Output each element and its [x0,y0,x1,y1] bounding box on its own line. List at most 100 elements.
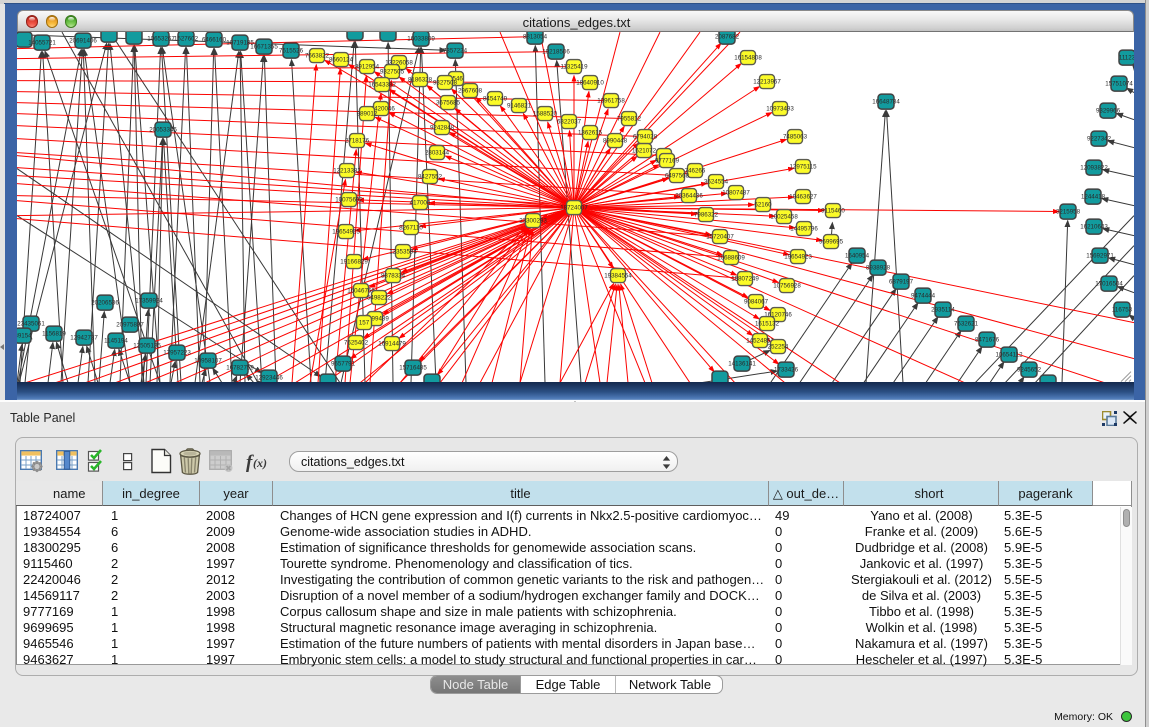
svg-text:14136141: 14136141 [728,360,756,367]
svg-text:1615132: 1615132 [755,320,780,327]
svg-text:10756928: 10756928 [773,282,801,289]
svg-text:1145194: 1145194 [104,337,128,344]
svg-text:15751074: 15751074 [1105,80,1133,87]
svg-text:12942737: 12942737 [70,334,98,341]
svg-text:11325419: 11325419 [560,63,588,70]
svg-text:3624554: 3624554 [704,178,729,185]
svg-text:12923446: 12923446 [255,374,283,381]
svg-text:5498222: 5498222 [367,294,392,301]
svg-text:14055721: 14055721 [28,39,56,46]
svg-text:15692971: 15692971 [1086,252,1114,259]
svg-text:8267110: 8267110 [399,224,423,231]
svg-text:9245652: 9245652 [1017,366,1042,373]
svg-text:7986322: 7986322 [694,211,719,218]
svg-text:2803144: 2803144 [425,149,450,156]
svg-text:14495796: 14495796 [790,225,818,232]
svg-text:18807249: 18807249 [731,275,759,282]
svg-text:10075692: 10075692 [335,196,363,203]
svg-text:19654925: 19654925 [332,228,360,235]
svg-text:12213382: 12213382 [333,167,361,174]
svg-text:9777169: 9777169 [655,157,680,164]
svg-text:8938928: 8938928 [866,264,891,271]
svg-text:9084067: 9084067 [744,298,769,305]
svg-text:157: 157 [359,319,370,326]
svg-text:8471676: 8471676 [975,336,1000,343]
svg-text:39154: 39154 [17,332,32,339]
svg-text:7632621: 7632621 [954,320,979,327]
svg-text:2087682: 2087682 [715,33,740,40]
svg-text:2718176: 2718176 [345,137,370,144]
svg-text:23435061: 23435061 [17,320,45,327]
svg-text:23300293: 23300293 [519,217,547,224]
svg-text:8454749: 8454749 [483,95,508,102]
svg-text:1588520: 1588520 [533,110,558,117]
svg-text:10807487: 10807487 [722,189,750,196]
svg-text:1244418: 1244418 [1081,193,1106,200]
svg-text:6879197: 6879197 [889,278,914,285]
svg-text:10958107: 10958107 [194,357,222,364]
svg-text:12975115: 12975115 [789,163,817,170]
svg-text:3912954: 3912954 [355,63,380,70]
svg-text:9329966: 9329966 [1096,107,1121,114]
svg-text:1362615: 1362615 [578,129,603,136]
svg-text:19654923: 19654923 [784,253,812,260]
svg-text:16543382: 16543382 [368,81,396,88]
svg-text:18724007: 18724007 [560,204,588,211]
svg-text:8813054: 8813054 [523,33,548,40]
svg-text:9474444: 9474444 [911,292,936,299]
svg-text:9327508: 9327508 [433,79,458,86]
svg-text:7955812: 7955812 [617,115,642,122]
svg-text:16033809: 16033809 [407,35,435,42]
svg-text:1621072: 1621072 [632,147,657,154]
svg-text:20206536: 20206536 [91,299,119,306]
svg-text:3675685: 3675685 [436,99,461,106]
svg-text:10025458: 10025458 [770,213,798,220]
svg-text:1527602: 1527602 [174,35,199,42]
svg-text:8878334: 8878334 [381,272,406,279]
svg-text:7663822: 7663822 [305,52,330,59]
svg-text:989012: 989012 [357,110,378,117]
svg-text:1733426: 1733426 [774,366,799,373]
svg-text:16782759: 16782759 [226,364,254,371]
svg-text:2967608: 2967608 [458,87,483,94]
svg-text:(x): (x) [253,456,267,470]
svg-text:12505135: 12505135 [133,342,161,349]
svg-text:6466160: 6466160 [202,36,227,43]
svg-text:10973493: 10973493 [766,105,794,112]
svg-text:10654112: 10654112 [995,351,1023,358]
svg-text:7485063: 7485063 [783,133,808,140]
svg-text:7625402: 7625402 [344,339,369,346]
svg-text:252254: 252254 [768,343,789,350]
svg-text:10688609: 10688609 [717,254,745,261]
svg-text:15720407: 15720407 [706,233,734,240]
svg-text:417004: 417004 [410,199,431,206]
svg-text:10961758: 10961758 [597,97,625,104]
svg-text:10653267: 10653267 [147,35,175,42]
svg-text:9227342: 9227342 [1087,135,1112,142]
svg-text:8427552: 8427552 [418,173,443,180]
svg-text:9115460: 9115460 [821,207,845,214]
svg-text:20691406: 20691406 [69,37,97,44]
svg-text:19218506: 19218506 [542,48,570,55]
svg-text:6322037: 6322037 [557,118,582,125]
svg-text:6497568: 6497568 [665,172,690,179]
svg-text:12213967: 12213967 [753,78,781,85]
svg-text:3215958: 3215958 [1056,208,1081,215]
svg-text:1640954: 1640954 [845,252,870,259]
svg-text:17957223: 17957223 [163,349,191,356]
svg-text:6794028: 6794028 [633,133,658,140]
svg-text:17359924: 17359924 [135,297,163,304]
svg-text:9146821: 9146821 [507,102,532,109]
svg-text:19463627: 19463627 [789,193,817,200]
svg-text:16154808: 16154808 [734,54,762,61]
svg-text:7515526: 7515526 [279,47,304,54]
svg-text:12093822: 12093822 [1080,164,1108,171]
svg-text:1156819: 1156819 [42,330,66,337]
svg-text:15716485: 15716485 [399,364,427,371]
svg-text:20364436: 20364436 [675,192,703,199]
svg-text:11123: 11123 [1119,54,1134,61]
svg-text:16671355: 16671355 [250,43,278,50]
svg-text:16648784: 16648784 [872,98,900,105]
svg-text:8990448: 8990448 [603,137,628,144]
svg-text:16210643: 16210643 [1080,223,1108,230]
